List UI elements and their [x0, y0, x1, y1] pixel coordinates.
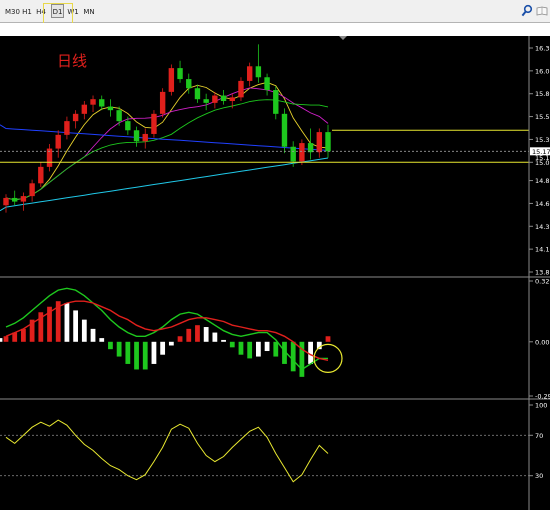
rsi-tick-label: 70 — [535, 432, 543, 440]
candle-body — [90, 99, 96, 105]
candle-body — [55, 134, 61, 149]
candle-body — [142, 133, 148, 142]
price-level-label: 15.10 — [535, 154, 550, 162]
candle-body — [203, 99, 209, 103]
price-tick-label: 15.30 — [535, 136, 550, 144]
candle-body — [20, 196, 27, 202]
candle-body — [72, 113, 79, 122]
candle-body — [3, 197, 9, 206]
tab-mn[interactable]: MN — [82, 4, 96, 18]
price-tick-label: 15.55 — [535, 113, 550, 121]
candle-body — [246, 66, 253, 81]
search-icon[interactable] — [521, 4, 533, 18]
candle-body — [281, 113, 288, 147]
candle-body — [29, 183, 35, 197]
candle-body — [238, 80, 244, 98]
candle-body — [168, 68, 175, 92]
candle-body — [307, 143, 314, 153]
price-tick-label: 13.85 — [535, 269, 550, 277]
price-tick-label: 16.30 — [535, 45, 550, 53]
candle-body — [325, 132, 331, 152]
candle-body — [125, 121, 131, 131]
price-tick-label: 14.60 — [535, 200, 550, 208]
price-tick-label: 14.10 — [535, 246, 550, 254]
candle-body — [107, 106, 114, 111]
candle-body — [264, 77, 270, 91]
candle-body — [220, 95, 227, 102]
price-tick-label: 16.05 — [535, 67, 550, 75]
annotation-label: 日线 — [57, 52, 87, 70]
price-tick-label: 15.80 — [535, 90, 550, 98]
candle-body — [133, 130, 140, 142]
candle-body — [194, 88, 201, 100]
tab-h1[interactable]: H1 — [21, 4, 33, 18]
candle-body — [186, 79, 192, 89]
candle-body — [151, 113, 157, 134]
active-tab-highlight — [43, 3, 73, 25]
candle-body — [299, 143, 305, 162]
candle-body — [99, 99, 105, 107]
candle-body — [212, 95, 218, 103]
candle-body — [273, 90, 279, 114]
candle-body — [38, 166, 44, 184]
candle-body — [229, 97, 235, 102]
stock-chart: 16.3016.0515.8015.5515.3015.0514.8514.60… — [0, 36, 550, 510]
candle-body — [81, 104, 88, 114]
candle-body — [255, 66, 262, 78]
macd-tick-label: 0.3294 — [535, 278, 550, 286]
macd-tick-label: 0.00 — [535, 338, 549, 346]
candle-body — [64, 121, 70, 135]
candle-body — [290, 146, 296, 162]
rsi-tick-label: 30 — [535, 472, 543, 480]
candle-body — [116, 110, 122, 122]
candle-body — [159, 91, 166, 114]
candle-body — [316, 132, 322, 153]
price-tick-label: 14.35 — [535, 223, 550, 231]
price-tick-label: 14.85 — [535, 177, 550, 185]
book-icon[interactable] — [535, 4, 549, 18]
tab-m30[interactable]: M30 — [4, 4, 20, 18]
toolbar-gap — [0, 23, 550, 36]
candle-body — [177, 68, 183, 80]
candle-body — [12, 197, 18, 202]
rsi-tick-label: 100 — [535, 402, 547, 410]
timeframe-toolbar: M30 H1 H4 D1 W1 MN — [0, 0, 550, 25]
